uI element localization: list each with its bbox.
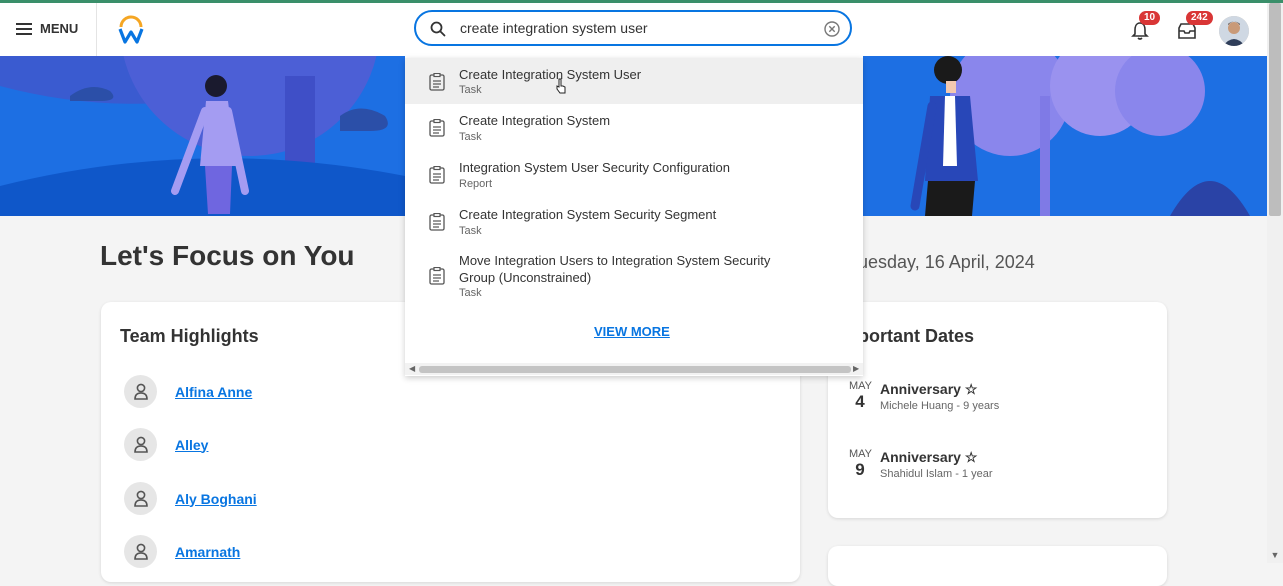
task-clipboard-icon <box>429 213 445 231</box>
user-photo-icon <box>1219 16 1249 46</box>
pointer-cursor-icon <box>556 78 566 94</box>
search-result-item[interactable]: Integration System User Security Configu… <box>405 152 863 198</box>
user-avatar[interactable] <box>1219 16 1249 46</box>
header-divider <box>96 3 97 56</box>
search-input[interactable] <box>458 19 802 37</box>
workday-logo-icon[interactable] <box>116 15 146 45</box>
date-month: MAY <box>849 380 873 392</box>
search-result-title: Create Integration System Security Segme… <box>459 207 717 222</box>
view-more-link[interactable]: VIEW MORE <box>594 324 670 339</box>
scroll-right-arrow-icon[interactable]: ▶ <box>853 363 859 375</box>
search-results-dropdown: Create Integration System User Task Crea… <box>405 58 863 376</box>
team-member[interactable]: Aly Boghani <box>124 482 257 515</box>
team-member[interactable]: Amarnath <box>124 535 240 568</box>
team-member[interactable]: Alley <box>124 428 208 461</box>
task-clipboard-icon <box>429 119 445 137</box>
search-result-type: Task <box>459 131 482 143</box>
date-event: Anniversary ☆ <box>880 381 978 397</box>
task-clipboard-icon <box>429 73 445 91</box>
results-scrollbar-thumb[interactable] <box>419 366 851 373</box>
search-container <box>405 3 863 58</box>
team-member[interactable]: Alfina Anne <box>124 375 252 408</box>
scroll-left-arrow-icon[interactable]: ◀ <box>409 363 415 375</box>
search-result-type: Task <box>459 84 482 96</box>
clear-search-icon[interactable] <box>824 21 840 37</box>
date-detail: Shahidul Islam - 1 year <box>880 468 993 480</box>
person-icon <box>124 375 157 408</box>
search-result-item[interactable]: Move Integration Users to Integration Sy… <box>405 246 863 306</box>
search-result-title: Move Integration Users to Integration Sy… <box>459 253 771 285</box>
team-highlights-title: Team Highlights <box>120 326 259 346</box>
scroll-down-arrow-icon[interactable]: ▼ <box>1269 550 1281 562</box>
person-icon <box>124 428 157 461</box>
person-icon <box>124 482 157 515</box>
inbox-button[interactable]: 242 <box>1173 11 1213 45</box>
task-clipboard-icon <box>429 267 445 285</box>
date-day: 4 <box>855 392 865 411</box>
star-icon: ☆ <box>964 381 978 397</box>
team-member-link[interactable]: Alfina Anne <box>175 384 252 400</box>
results-horizontal-scrollbar[interactable]: ◀ ▶ <box>405 363 863 375</box>
hamburger-icon <box>16 22 32 35</box>
next-card <box>828 546 1167 586</box>
inbox-badge: 242 <box>1186 11 1213 25</box>
search-result-item[interactable]: Create Integration System User Task <box>405 58 863 104</box>
menu-label: MENU <box>40 21 79 36</box>
report-clipboard-icon <box>429 166 445 184</box>
search-result-item[interactable]: Create Integration System Security Segme… <box>405 199 863 245</box>
date-month: MAY <box>849 448 873 460</box>
search-result-title: Create Integration System <box>459 113 611 128</box>
search-icon <box>430 21 446 37</box>
current-date: uesday, 16 April, 2024 <box>858 252 1035 272</box>
search-result-type: Task <box>459 287 482 299</box>
menu-button[interactable]: MENU <box>16 21 78 36</box>
date-day: 9 <box>855 460 865 479</box>
team-member-link[interactable]: Amarnath <box>175 544 240 560</box>
important-dates-title: portant Dates <box>858 326 975 346</box>
team-member-link[interactable]: Alley <box>175 437 208 453</box>
search-result-type: Task <box>459 225 482 237</box>
page-title: Let's Focus on You <box>100 240 355 271</box>
search-result-type: Report <box>459 178 493 190</box>
search-result-title: Create Integration System User <box>459 67 642 82</box>
page-scrollbar-thumb[interactable] <box>1269 3 1281 216</box>
team-member-link[interactable]: Aly Boghani <box>175 491 257 507</box>
star-icon: ☆ <box>964 449 978 465</box>
date-detail: Michele Huang - 9 years <box>880 400 1000 412</box>
search-box[interactable] <box>414 10 852 46</box>
search-result-item[interactable]: Create Integration System Task <box>405 105 863 151</box>
notifications-badge: 10 <box>1139 11 1161 25</box>
person-icon <box>124 535 157 568</box>
date-event: Anniversary ☆ <box>880 449 978 465</box>
notifications-button[interactable]: 10 <box>1126 11 1161 45</box>
search-result-title: Integration System User Security Configu… <box>459 160 730 175</box>
